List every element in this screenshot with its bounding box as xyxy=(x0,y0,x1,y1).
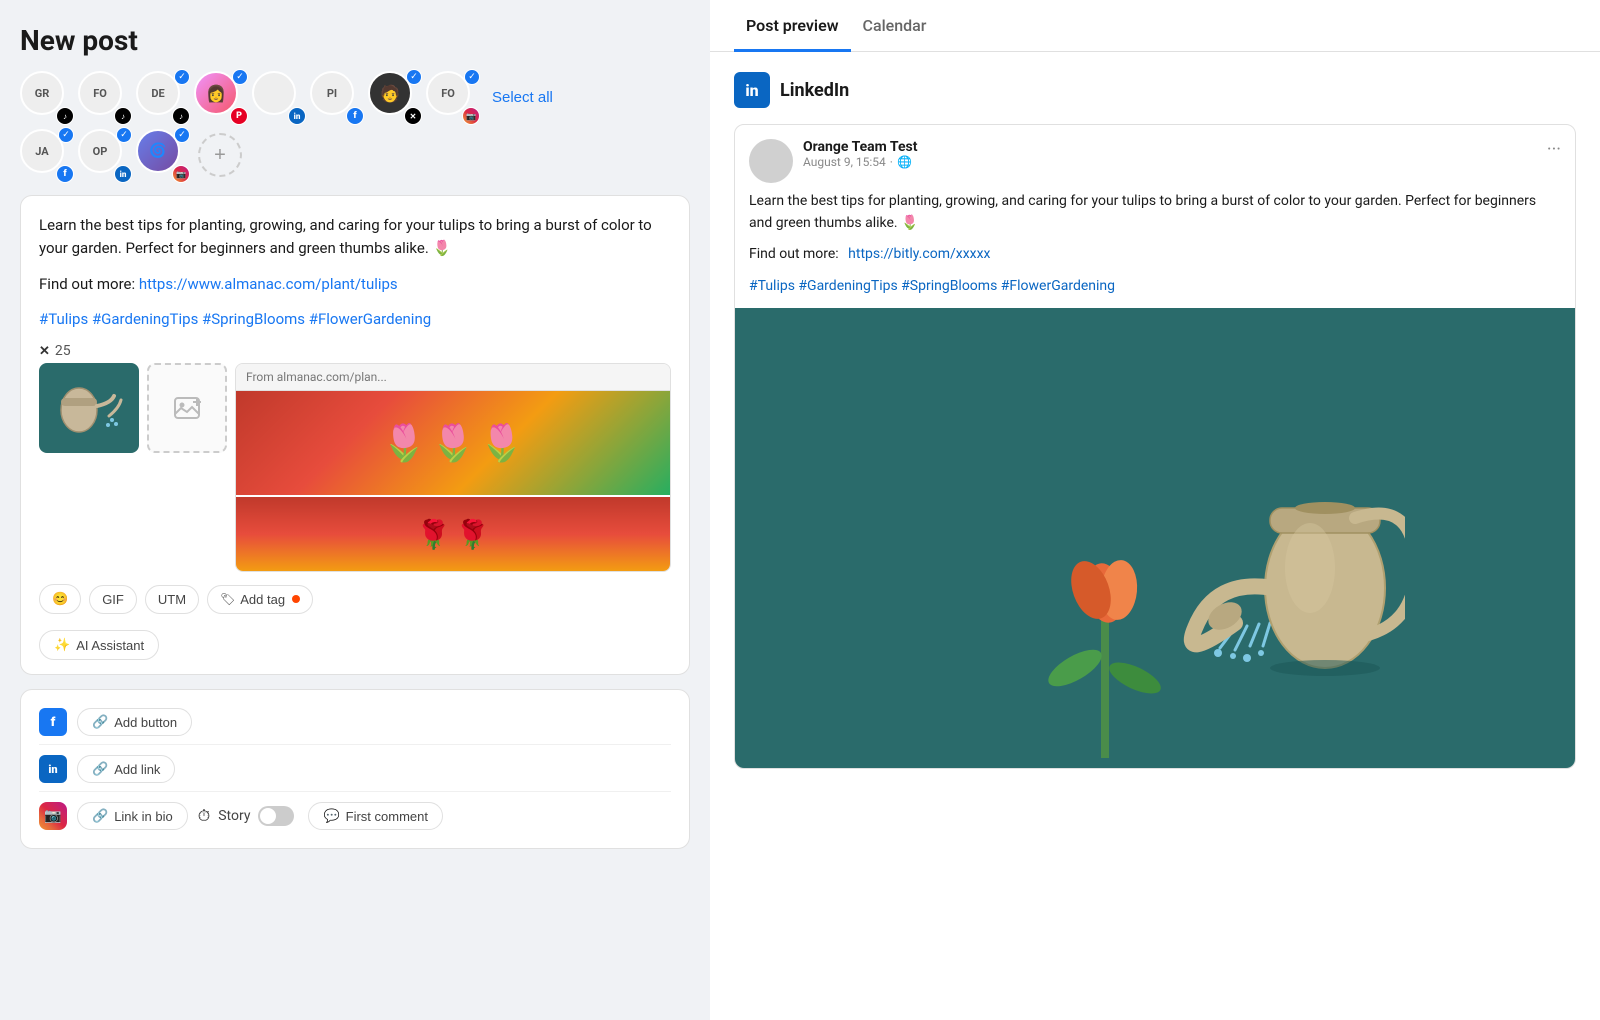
linkedin-body-text: Learn the best tips for planting, growin… xyxy=(749,191,1561,234)
instagram-action-row: 📷 🔗 Link in bio ⏱ Story 💬 First comment xyxy=(39,794,671,838)
tab-calendar[interactable]: Calendar xyxy=(851,0,939,52)
story-toggle-area: ⏱ Story xyxy=(198,806,295,826)
linkedin-icon: in xyxy=(39,755,67,783)
linkedin-preview-header: in LinkedIn xyxy=(734,72,1576,108)
instagram-badge: 📷 xyxy=(462,107,480,125)
add-tag-button[interactable]: 🏷 Add tag xyxy=(207,585,313,614)
linkedin-badge: in xyxy=(114,165,132,183)
linkedin-action-row: in 🔗 Add link xyxy=(39,747,671,792)
page-title: New post xyxy=(20,24,690,57)
post-editor: Learn the best tips for planting, growin… xyxy=(20,195,690,675)
post-hashtags: #Tulips #GardeningTips #SpringBlooms #Fl… xyxy=(39,308,671,331)
post-find-out-more: Find out more: https://www.almanac.com/p… xyxy=(39,273,671,296)
add-link-linkedin[interactable]: 🔗 Add link xyxy=(77,755,175,783)
linkedin-preview-card: Orange Team Test August 9, 15:54 · 🌐 ···… xyxy=(734,124,1576,769)
account-selector: GR ♪ FO ♪ ✓ DE ♪ ✓ xyxy=(20,71,690,123)
tiktok-badge: ♪ xyxy=(56,107,74,125)
account-ig-gradient[interactable]: ✓ 🌀 📷 xyxy=(136,129,188,181)
instagram-icon: 📷 xyxy=(39,802,67,830)
ai-assistant-button[interactable]: ✨ AI Assistant xyxy=(39,630,159,660)
account-op-linkedin[interactable]: ✓ OP in xyxy=(78,129,130,181)
right-tabs: Post preview Calendar xyxy=(710,0,1600,52)
gif-button[interactable]: GIF xyxy=(89,585,137,614)
x-icon: ✕ xyxy=(39,344,50,359)
left-panel: New post GR ♪ FO ♪ ✓ DE xyxy=(0,0,710,1020)
utm-button[interactable]: UTM xyxy=(145,585,199,614)
account-twitter[interactable]: ✓ 🧑 ✕ xyxy=(368,71,420,123)
account-pinterest[interactable]: ✓ 👩 P xyxy=(194,71,246,123)
x-counter: ✕ 25 xyxy=(39,343,671,359)
first-comment-button[interactable]: 💬 First comment xyxy=(308,802,443,830)
facebook-icon: f xyxy=(39,708,67,736)
account-fo-tiktok[interactable]: FO ♪ xyxy=(78,71,130,123)
linkedin-badge: in xyxy=(288,107,306,125)
add-button-facebook[interactable]: 🔗 Add button xyxy=(77,708,192,736)
add-media-button[interactable] xyxy=(147,363,227,453)
story-label: Story xyxy=(218,808,250,824)
media-row: From almanac.com/plan... 🌷 🌷 🌷 xyxy=(39,363,671,572)
linkedin-post-header: Orange Team Test August 9, 15:54 · 🌐 ··· xyxy=(735,125,1575,191)
linkedin-timestamp: August 9, 15:54 · 🌐 xyxy=(803,155,917,169)
bottom-actions-card: f 🔗 Add button in 🔗 Add link 📷 🔗 Link in… xyxy=(20,689,690,849)
account-selector-row2: ✓ JA f ✓ OP in ✓ 🌀 📷 xyxy=(20,129,690,181)
tulip-photo-2: 🌹 🌹 xyxy=(236,497,670,571)
facebook-badge: f xyxy=(346,107,364,125)
tulip-photos: 🌷 🌷 🌷 🌹 🌹 xyxy=(236,391,670,571)
watering-can-illustration xyxy=(905,318,1405,758)
linkedin-preview-title: LinkedIn xyxy=(780,80,849,101)
watering-can-icon-small xyxy=(49,368,129,448)
instagram-badge: 📷 xyxy=(172,165,190,183)
emoji-button[interactable]: 😊 xyxy=(39,584,81,614)
tab-post-preview[interactable]: Post preview xyxy=(734,0,851,52)
account-de-tiktok[interactable]: ✓ DE ♪ xyxy=(136,71,188,123)
right-content: in LinkedIn Orange Team Test August 9, 1… xyxy=(710,52,1600,1020)
account-linkedin[interactable]: in xyxy=(252,71,304,123)
pinterest-badge: P xyxy=(230,107,248,125)
media-thumb-watering[interactable] xyxy=(39,363,139,453)
account-fo-instagram[interactable]: ✓ FO 📷 xyxy=(426,71,478,123)
linkedin-logo-icon: in xyxy=(734,72,770,108)
linkedin-hashtags: #Tulips #GardeningTips #SpringBlooms #Fl… xyxy=(749,276,1561,298)
linkedin-post-body: Learn the best tips for planting, growin… xyxy=(735,191,1575,308)
tiktok-badge: ♪ xyxy=(114,107,132,125)
tulip-photo-1: 🌷 🌷 🌷 xyxy=(236,391,670,495)
facebook-action-row: f 🔗 Add button xyxy=(39,700,671,745)
linkedin-preview-image xyxy=(735,308,1575,768)
select-all-button[interactable]: Select all xyxy=(492,89,553,106)
x-counter-value: 25 xyxy=(55,343,71,359)
linkedin-user-info: Orange Team Test August 9, 15:54 · 🌐 xyxy=(803,139,917,169)
image-add-icon xyxy=(173,394,201,422)
tiktok-badge: ♪ xyxy=(172,107,190,125)
notification-dot xyxy=(292,595,300,603)
from-url-card: From almanac.com/plan... 🌷 🌷 🌷 xyxy=(235,363,671,572)
linkedin-avatar xyxy=(749,139,793,183)
linkedin-preview-link[interactable]: https://bitly.com/xxxxx xyxy=(848,246,990,262)
right-panel: Post preview Calendar in LinkedIn Orange… xyxy=(710,0,1600,1020)
link-in-bio-button[interactable]: 🔗 Link in bio xyxy=(77,802,188,830)
post-link[interactable]: https://www.almanac.com/plant/tulips xyxy=(139,275,398,293)
media-section: ✕ 25 xyxy=(39,343,671,572)
editor-toolbar: 😊 GIF UTM 🏷 Add tag ✨ AI Assistant xyxy=(39,584,671,660)
twitter-badge: ✕ xyxy=(404,107,422,125)
from-url-header: From almanac.com/plan... xyxy=(236,364,670,391)
linkedin-author-name: Orange Team Test xyxy=(803,139,917,155)
account-ja-facebook[interactable]: ✓ JA f xyxy=(20,129,72,181)
account-pi-facebook[interactable]: PI f xyxy=(310,71,362,123)
linkedin-more-button[interactable]: ··· xyxy=(1547,139,1561,160)
post-body-text[interactable]: Learn the best tips for planting, growin… xyxy=(39,214,671,261)
facebook-badge: f xyxy=(56,165,74,183)
story-toggle[interactable] xyxy=(258,806,294,826)
add-account-button[interactable]: + xyxy=(198,133,242,177)
account-gr-tiktok[interactable]: GR ♪ xyxy=(20,71,72,123)
